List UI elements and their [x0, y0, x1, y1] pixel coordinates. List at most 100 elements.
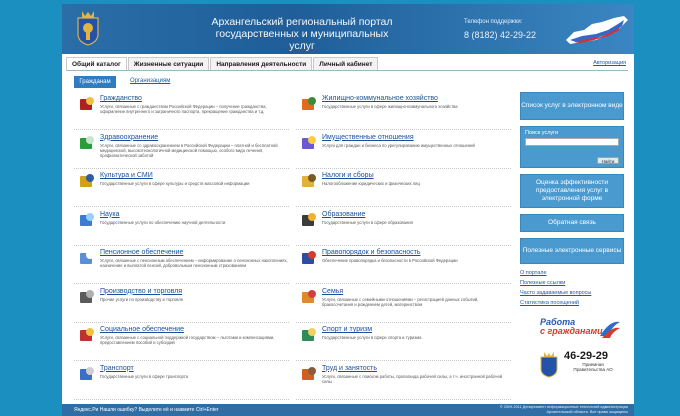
catalog-item[interactable]: Семья Услуги, связанные с семейными отнош…: [296, 285, 511, 323]
support-phone: Телефон поддержки: 8 (8182) 42-29-22: [464, 19, 536, 43]
tab-life-situations[interactable]: Жизненные ситуации: [127, 57, 210, 71]
portal-title: Архангельский региональный портал госуда…: [202, 16, 402, 52]
education-icon: [302, 212, 316, 226]
pension-icon: [80, 251, 94, 264]
link-useful[interactable]: Полезные ссылки: [520, 280, 624, 286]
coat-of-arms-icon: [77, 11, 99, 46]
support-phone-label: Телефон поддержки:: [464, 19, 523, 25]
catalog-item[interactable]: Имущественные отношения Услуги для гражда…: [296, 131, 511, 169]
footer-copyright: © 2009-2011 Департамент информационных т…: [500, 405, 628, 414]
tab-personal-cabinet[interactable]: Личный кабинет: [313, 57, 379, 71]
citizens-work-banner[interactable]: Работа с гражданами: [520, 314, 624, 346]
support-phone-number: 8 (8182) 42-29-22: [464, 30, 537, 40]
portal-header: Архангельский региональный портал госуда…: [62, 4, 634, 54]
catalog-item-title[interactable]: Культура и СМИ: [100, 172, 153, 179]
catalog-item-title[interactable]: Налоги и сборы: [322, 172, 374, 179]
catalog-item-title[interactable]: Спорт и туризм: [322, 326, 372, 333]
catalog-item-title[interactable]: Наука: [100, 211, 119, 218]
catalog-item-title[interactable]: Пенсионное обеспечение: [100, 249, 183, 256]
tabs-divider: [66, 70, 628, 71]
hotline-banner[interactable]: 46-29-29 Приемная Правительства АО: [520, 350, 624, 382]
link-statistics[interactable]: Статистика посещений: [520, 300, 624, 306]
search-input[interactable]: [525, 138, 619, 146]
catalog-item[interactable]: Образование Государственные услуги в сфер…: [296, 208, 511, 246]
useful-services-button[interactable]: Полезные электронные сервисы: [520, 238, 624, 264]
catalog-item-description: Услуги, связанные с пенсионным обеспечен…: [100, 258, 288, 268]
catalog-item-description: Услуги, связанные с гражданством Российс…: [100, 104, 267, 114]
main-tabs: Общий каталог Жизненные ситуации Направл…: [66, 57, 379, 71]
catalog-item-description: Обеспечение правопорядка и безопасности …: [322, 258, 458, 263]
services-list-button[interactable]: Список услуг в электронном виде: [520, 92, 624, 120]
link-faq[interactable]: Часто задаваемые вопросы: [520, 290, 624, 296]
catalog-item-description: Государственные услуги в сфере спорта и …: [322, 335, 422, 340]
catalog-item[interactable]: Здравоохранение Услуги, связанные со здра…: [74, 131, 289, 169]
catalog-item-description: Услуги, связанные с семейными отношениям…: [322, 296, 479, 307]
hotline-number: 46-29-29: [564, 350, 609, 362]
catalog-item-description: Государственные услуги в сфере культуры …: [100, 181, 250, 186]
medicine-icon: [80, 135, 94, 149]
catalog-item-title[interactable]: Социальное обеспечение: [100, 326, 184, 333]
feedback-button[interactable]: Обратная связь: [520, 214, 624, 232]
catalog-item-title[interactable]: Гражданство: [100, 95, 142, 102]
tab-activity-areas[interactable]: Направления деятельности: [210, 57, 313, 71]
catalog-item[interactable]: Налоги и сборы Налогообложение юридически…: [296, 169, 511, 207]
catalog-item[interactable]: Пенсионное обеспечение Услуги, связанные …: [74, 246, 289, 284]
browser-page: Архангельский региональный портал госуда…: [62, 4, 634, 416]
catalog-item-title[interactable]: Жилищно-коммунальное хозяйство: [322, 95, 438, 102]
catalog-item-description: Услуги, связанные со здравоохранением в …: [100, 142, 278, 158]
coat-of-arms-small-icon: [540, 352, 558, 378]
footer-copyright-line2: Архангельской области. Все права защищен…: [546, 409, 628, 414]
catalog-item-description: Государственные услуги в сфере жилищно-к…: [322, 104, 458, 109]
sport-icon: [302, 328, 316, 341]
catalog-item-title[interactable]: Образование: [322, 211, 365, 218]
portal-title-line2: государственных и муниципальных услуг: [215, 28, 389, 52]
passport-icon: [80, 97, 94, 110]
catalog-item-title[interactable]: Имущественные отношения: [322, 134, 414, 141]
catalog-item-description: Государственные услуги в сфере образован…: [322, 219, 413, 225]
catalog-item[interactable]: Социальное обеспечение Услуги, связанные …: [74, 323, 289, 361]
tab-general-catalog[interactable]: Общий каталог: [66, 57, 127, 71]
family-icon: [302, 289, 316, 303]
citizens-work-text: Работа с гражданами: [540, 318, 603, 336]
transport-icon: [80, 366, 94, 380]
science-icon: [80, 212, 94, 226]
catalog-item[interactable]: Культура и СМИ Государственные услуги в с…: [74, 169, 289, 207]
login-link[interactable]: Авторизация: [593, 60, 626, 66]
house-icon: [302, 97, 316, 110]
catalog-item[interactable]: Наука Государственные услуги по обеспечен…: [74, 208, 289, 246]
catalog-item[interactable]: Производство и торговля Прочие услуги по …: [74, 285, 289, 323]
catalog-item[interactable]: Правопорядок и безопасность Обеспечение п…: [296, 246, 511, 284]
catalog-item[interactable]: Жилищно-коммунальное хозяйство Государств…: [296, 92, 511, 130]
catalog-item-title[interactable]: Транспорт: [100, 365, 134, 372]
catalog-item[interactable]: Транспорт Государственные услуги в сфере …: [74, 362, 289, 400]
catalog-item-title[interactable]: Правопорядок и безопасность: [322, 249, 420, 256]
page-footer: Яндекс.Ри Нашли ошибку? Выделите её и на…: [62, 404, 634, 416]
footer-copyright-line1: © 2009-2011 Департамент информационных т…: [499, 405, 628, 409]
catalog-item-description: Государственные услуги по обеспечению на…: [100, 219, 226, 225]
hotline-caption: Приемная Правительства АО: [573, 362, 613, 372]
culture-icon: [80, 174, 94, 187]
catalog-item-description: Налогообложение юридических и физических…: [322, 181, 420, 186]
property-icon: [302, 135, 316, 149]
footer-left-text: Яндекс.Ри Нашли ошибку? Выделите её и на…: [74, 407, 219, 413]
catalog-item[interactable]: Гражданство Услуги, связанные с гражданст…: [74, 92, 289, 130]
catalog-item-title[interactable]: Здравоохранение: [100, 134, 158, 141]
subtab-citizens[interactable]: Гражданам: [74, 76, 116, 88]
russia-map-icon: [566, 16, 628, 44]
catalog-item[interactable]: Спорт и туризм Государственные услуги в с…: [296, 323, 511, 361]
catalog-item-description: Услуги для граждан и бизнеса по урегулир…: [322, 142, 475, 148]
search-button[interactable]: Найти: [597, 157, 619, 164]
efficiency-button[interactable]: Оценка эффективности предоставления услу…: [520, 174, 624, 208]
catalog-item-description: Услуги, связанные с поиском работы, проп…: [322, 373, 503, 384]
catalog-item-title[interactable]: Производство и торговля: [100, 288, 182, 295]
social-icon: [80, 328, 94, 341]
catalog-item-title[interactable]: Труд и занятость: [322, 365, 377, 372]
link-about-portal[interactable]: О портале: [520, 270, 624, 276]
service-search: Поиск услуги Найти: [520, 126, 624, 168]
right-sidebar: Список услуг в электронном виде Поиск ус…: [520, 92, 624, 382]
services-catalog: Гражданство Услуги, связанные с гражданст…: [74, 92, 514, 404]
info-links: О портале Полезные ссылки Часто задаваем…: [520, 270, 624, 306]
subtab-organizations[interactable]: Организациям: [130, 78, 170, 84]
catalog-item-title[interactable]: Семья: [322, 288, 343, 295]
catalog-item[interactable]: Труд и занятость Услуги, связанные с поис…: [296, 362, 511, 400]
